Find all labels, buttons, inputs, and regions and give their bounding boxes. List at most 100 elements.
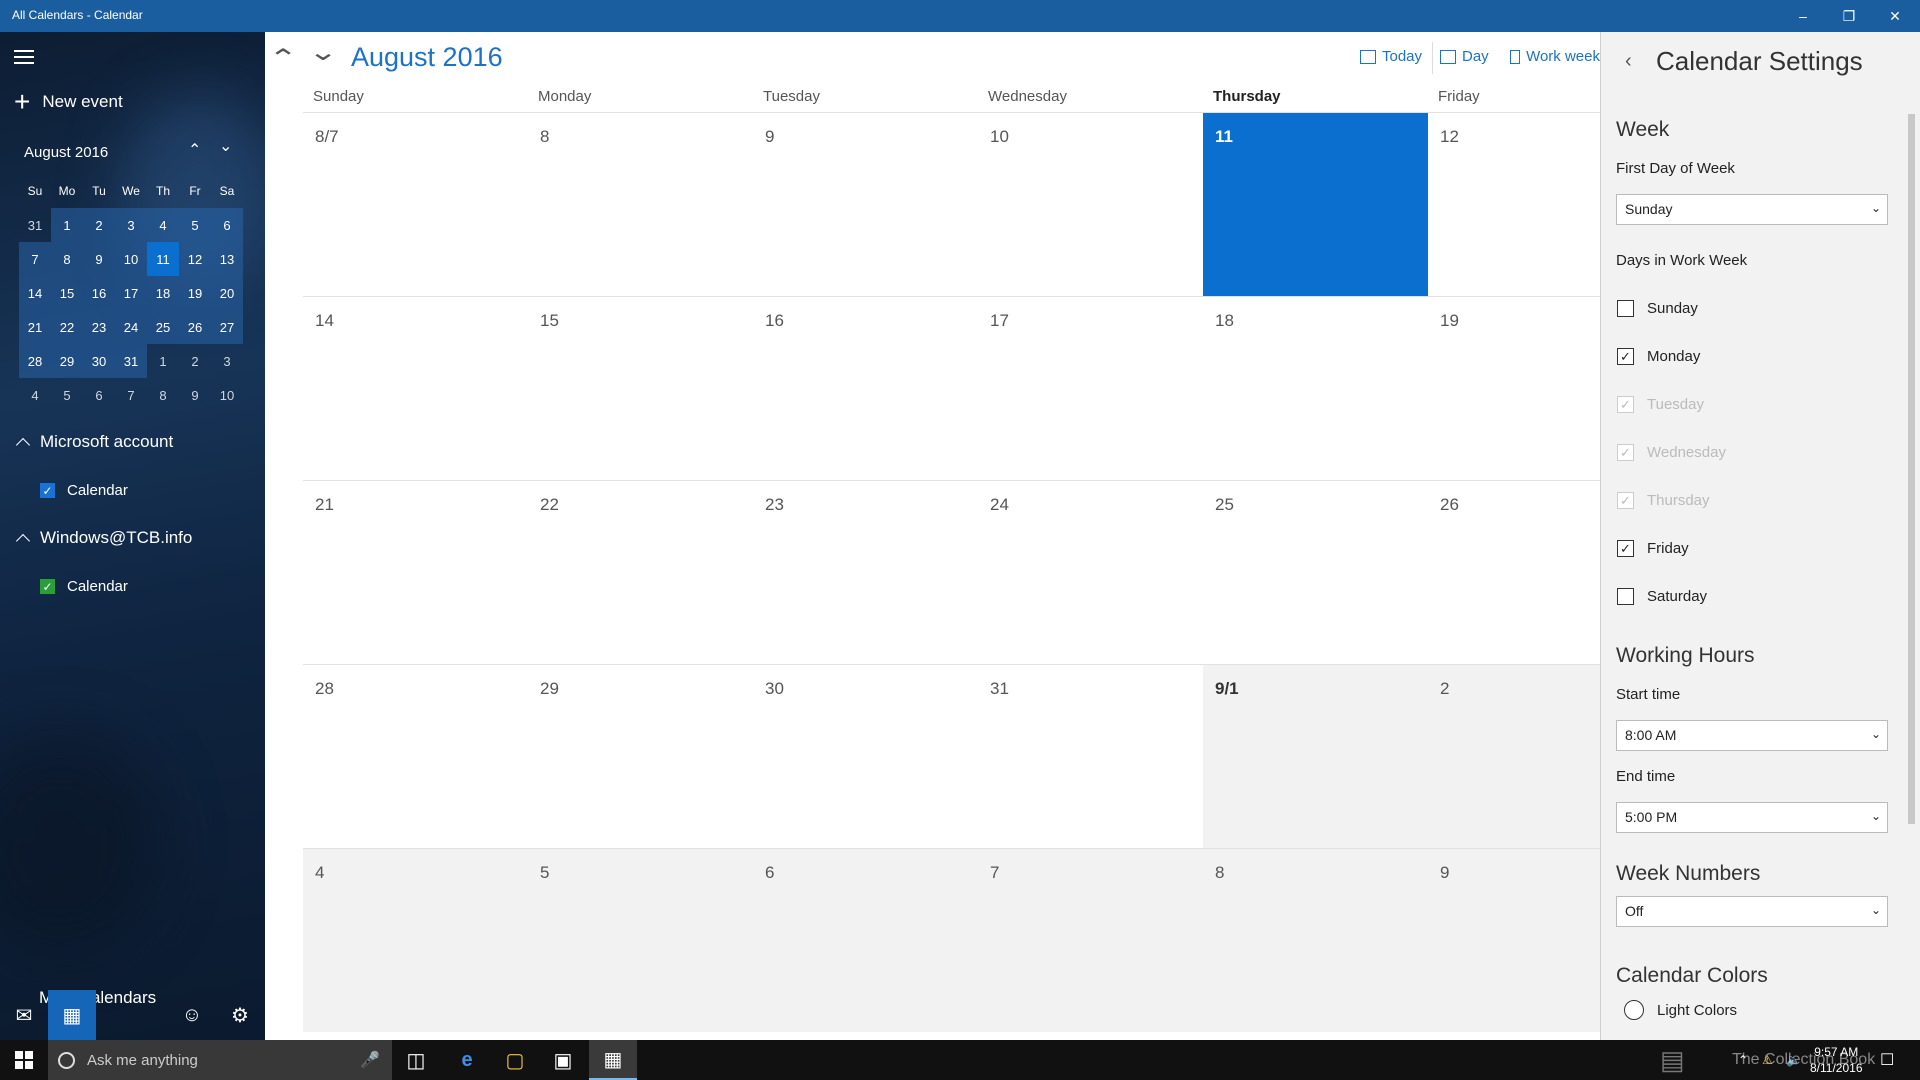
mini-calendar-day[interactable]: 14: [19, 276, 51, 310]
mini-calendar-day[interactable]: 8: [51, 242, 83, 276]
volume-icon[interactable]: 🔈: [1786, 1040, 1801, 1080]
new-event-button[interactable]: + New event: [14, 88, 123, 116]
settings-scrollbar[interactable]: [1908, 114, 1915, 824]
file-explorer-icon[interactable]: ▢: [491, 1040, 539, 1080]
task-view-icon[interactable]: ◫: [392, 1040, 440, 1080]
work-day-checkbox-friday[interactable]: ✓ Friday: [1617, 540, 1689, 557]
previous-month-icon[interactable]: ⌃: [268, 44, 298, 73]
day-cell[interactable]: 6: [753, 848, 978, 1032]
day-cell[interactable]: 23: [753, 480, 978, 664]
day-cell[interactable]: 22: [528, 480, 753, 664]
work-day-checkbox-monday[interactable]: ✓ Monday: [1617, 348, 1700, 365]
mini-calendar-day[interactable]: 22: [51, 310, 83, 344]
day-cell[interactable]: 30: [753, 664, 978, 848]
mini-calendar-day[interactable]: 6: [211, 208, 243, 242]
mini-calendar-day[interactable]: 31: [115, 344, 147, 378]
day-cell[interactable]: 8: [528, 112, 753, 296]
mini-calendar-day[interactable]: 4: [19, 378, 51, 412]
day-cell[interactable]: 11: [1203, 112, 1428, 296]
day-cell[interactable]: 31: [978, 664, 1203, 848]
mini-calendar-day[interactable]: 29: [51, 344, 83, 378]
checkbox-box[interactable]: ✓: [1617, 348, 1634, 365]
mini-calendar-next-icon[interactable]: ⌄: [219, 136, 232, 156]
mini-calendar-day[interactable]: 27: [211, 310, 243, 344]
checkbox-box[interactable]: [1617, 300, 1634, 317]
mini-calendar-day[interactable]: 1: [51, 208, 83, 242]
mini-calendar-day[interactable]: 21: [19, 310, 51, 344]
day-cell[interactable]: 9: [753, 112, 978, 296]
mini-calendar-day[interactable]: 13: [211, 242, 243, 276]
day-cell[interactable]: 9: [1428, 848, 1600, 1032]
mini-calendar-day[interactable]: 10: [211, 378, 243, 412]
day-cell[interactable]: 15: [528, 296, 753, 480]
mini-calendar-day[interactable]: 15: [51, 276, 83, 310]
mini-calendar-day[interactable]: 8: [147, 378, 179, 412]
day-view-button[interactable]: Day: [1440, 48, 1489, 65]
mini-calendar-day[interactable]: 4: [147, 208, 179, 242]
mini-calendar-day[interactable]: 12: [179, 242, 211, 276]
calendar-item[interactable]: ✓ Calendar: [40, 482, 128, 499]
calendar-app-icon[interactable]: ▦: [589, 1040, 637, 1080]
store-icon[interactable]: ▣: [539, 1040, 587, 1080]
day-cell[interactable]: 2: [1428, 664, 1600, 848]
day-cell[interactable]: 8/7: [303, 112, 528, 296]
day-cell[interactable]: 4: [303, 848, 528, 1032]
mini-calendar-day[interactable]: 3: [115, 208, 147, 242]
mini-calendar-day[interactable]: 20: [211, 276, 243, 310]
day-cell[interactable]: 21: [303, 480, 528, 664]
mini-calendar-day[interactable]: 31: [19, 208, 51, 242]
week-numbers-select[interactable]: Off ⌄: [1616, 896, 1888, 927]
mini-calendar-day[interactable]: 6: [83, 378, 115, 412]
day-cell[interactable]: 16: [753, 296, 978, 480]
mini-calendar-day[interactable]: 5: [179, 208, 211, 242]
hamburger-menu-icon[interactable]: [14, 50, 34, 68]
mini-calendar-prev-icon[interactable]: ⌃: [188, 140, 201, 160]
back-arrow-icon[interactable]: ‹: [1625, 50, 1632, 73]
mini-calendar-day[interactable]: 19: [179, 276, 211, 310]
day-cell[interactable]: 19: [1428, 296, 1600, 480]
mini-calendar-day[interactable]: 10: [115, 242, 147, 276]
edge-browser-icon[interactable]: e: [443, 1040, 491, 1080]
calendar-checkbox[interactable]: ✓: [40, 579, 55, 594]
work-day-checkbox-saturday[interactable]: Saturday: [1617, 588, 1707, 605]
start-time-select[interactable]: 8:00 AM ⌄: [1616, 720, 1888, 751]
mini-calendar-day[interactable]: 1: [147, 344, 179, 378]
mini-calendar-day[interactable]: 25: [147, 310, 179, 344]
work-day-checkbox-sunday[interactable]: Sunday: [1617, 300, 1698, 317]
day-cell[interactable]: 9/1: [1203, 664, 1428, 848]
day-cell[interactable]: 28: [303, 664, 528, 848]
mini-calendar-day[interactable]: 16: [83, 276, 115, 310]
checkbox-box[interactable]: [1617, 588, 1634, 605]
clock[interactable]: 9:57 AM 8/11/2016: [1810, 1040, 1863, 1080]
mini-calendar-day[interactable]: 23: [83, 310, 115, 344]
mini-calendar-day[interactable]: 7: [115, 378, 147, 412]
day-cell[interactable]: 29: [528, 664, 753, 848]
windows-start-icon[interactable]: [0, 1040, 48, 1080]
mini-calendar-day[interactable]: 18: [147, 276, 179, 310]
end-time-select[interactable]: 5:00 PM ⌄: [1616, 802, 1888, 833]
account-windows-tcb[interactable]: Windows@TCB.info: [14, 528, 192, 549]
settings-gear-icon[interactable]: ⚙: [216, 990, 264, 1040]
mini-calendar-day[interactable]: 11: [147, 242, 179, 276]
mini-calendar-day[interactable]: 30: [83, 344, 115, 378]
mini-calendar-day[interactable]: 9: [179, 378, 211, 412]
mini-calendar-day[interactable]: 26: [179, 310, 211, 344]
close-icon[interactable]: ✕: [1872, 0, 1918, 32]
day-cell[interactable]: 25: [1203, 480, 1428, 664]
calendar-checkbox[interactable]: ✓: [40, 483, 55, 498]
mini-calendar-day[interactable]: 24: [115, 310, 147, 344]
mini-calendar-day[interactable]: 2: [83, 208, 115, 242]
mail-icon[interactable]: ✉: [0, 990, 48, 1040]
feedback-smiley-icon[interactable]: ☺: [168, 990, 216, 1040]
day-cell[interactable]: 18: [1203, 296, 1428, 480]
next-month-icon[interactable]: ⌄: [308, 38, 338, 67]
mini-calendar-day[interactable]: 28: [19, 344, 51, 378]
day-cell[interactable]: 12: [1428, 112, 1600, 296]
cortana-search-box[interactable]: Ask me anything 🎤: [48, 1040, 392, 1080]
mini-calendar-day[interactable]: 17: [115, 276, 147, 310]
mini-calendar-day[interactable]: 5: [51, 378, 83, 412]
mini-calendar-day[interactable]: 2: [179, 344, 211, 378]
tray-chevron-icon[interactable]: ⌃: [1738, 1040, 1748, 1080]
light-colors-radio[interactable]: Light Colors: [1624, 1000, 1737, 1020]
mini-calendar-day[interactable]: 3: [211, 344, 243, 378]
